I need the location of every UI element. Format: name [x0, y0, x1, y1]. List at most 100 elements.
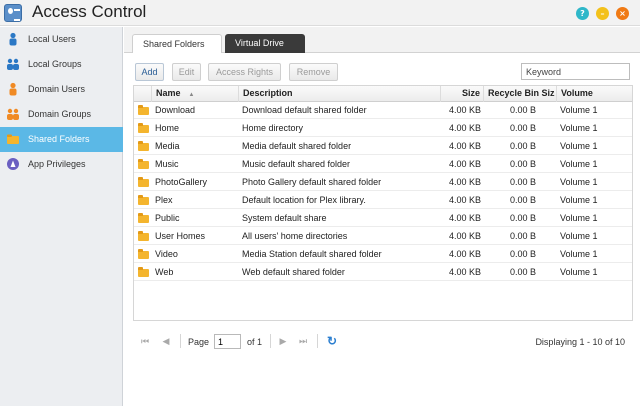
minimize-button[interactable]: – — [596, 7, 609, 20]
tab-virtual-drive[interactable]: Virtual Drive — [225, 34, 305, 53]
cell-name: Video — [155, 249, 178, 259]
folder-icon — [138, 159, 149, 169]
cell-name: Media — [155, 141, 180, 151]
cell-name: Home — [155, 123, 180, 133]
shared-folders-grid: Name ▲ Description Size Recycle Bin Siz V… — [133, 85, 633, 321]
cell-description: System default share — [242, 213, 327, 223]
shared-folder-icon — [7, 134, 19, 144]
toolbar: Add Edit Access Rights Remove — [124, 54, 640, 84]
table-row[interactable]: Home Home directory 4.00 KB 0.00 B Volum… — [134, 120, 632, 137]
sidebar-item-local-users[interactable]: Local Users — [0, 27, 123, 52]
sidebar-item-app-privileges[interactable]: App Privileges — [0, 152, 123, 177]
cell-volume: Volume 1 — [560, 249, 598, 259]
column-header-volume[interactable]: Volume — [557, 86, 632, 102]
table-row[interactable]: Download Download default shared folder … — [134, 102, 632, 119]
folder-icon — [138, 249, 149, 259]
cell-description: Photo Gallery default shared folder — [242, 177, 382, 187]
cell-size: 4.00 KB — [448, 177, 481, 187]
column-header-size[interactable]: Size — [441, 86, 484, 102]
folder-icon — [138, 267, 149, 277]
sidebar-item-label: Domain Groups — [28, 109, 92, 119]
sidebar-item-shared-folders[interactable]: Shared Folders — [0, 127, 123, 152]
edit-button[interactable]: Edit — [172, 63, 201, 81]
cell-name: User Homes — [155, 231, 206, 241]
domain-user-icon — [9, 82, 17, 96]
pager-divider — [180, 334, 181, 348]
pager-divider — [270, 334, 271, 348]
sidebar-item-label: Domain Users — [28, 84, 86, 94]
add-button[interactable]: Add — [135, 63, 164, 81]
help-button[interactable]: ? — [576, 7, 589, 20]
table-row[interactable]: Public System default share 4.00 KB 0.00… — [134, 210, 632, 227]
cell-recycle-bin-size: 0.00 B — [509, 195, 536, 205]
cell-name: Public — [155, 213, 180, 223]
cell-description: Download default shared folder — [242, 105, 367, 115]
cell-name: Web — [155, 267, 174, 277]
tab-shared-folders[interactable]: Shared Folders — [132, 34, 222, 53]
cell-recycle-bin-size: 0.00 B — [509, 141, 536, 151]
cell-volume: Volume 1 — [560, 123, 598, 133]
cell-size: 4.00 KB — [448, 267, 481, 277]
table-row[interactable]: User Homes All users' home directories 4… — [134, 228, 632, 245]
cell-volume: Volume 1 — [560, 213, 598, 223]
cell-volume: Volume 1 — [560, 195, 598, 205]
local-group-icon — [7, 58, 19, 70]
cell-description: Media Station default shared folder — [242, 249, 382, 259]
table-row[interactable]: Video Media Station default shared folde… — [134, 246, 632, 263]
window-title: Access Control — [32, 2, 147, 21]
cell-size: 4.00 KB — [448, 105, 481, 115]
table-row[interactable]: Media Media default shared folder 4.00 K… — [134, 138, 632, 155]
column-header-name[interactable]: Name ▲ — [152, 86, 239, 102]
cell-recycle-bin-size: 0.00 B — [509, 123, 536, 133]
access-rights-button[interactable]: Access Rights — [208, 63, 281, 81]
table-row[interactable]: PhotoGallery Photo Gallery default share… — [134, 174, 632, 191]
access-control-app-icon — [4, 4, 22, 22]
cell-volume: Volume 1 — [560, 267, 598, 277]
cell-description: Music default shared folder — [242, 159, 351, 169]
table-row[interactable]: Web Web default shared folder 4.00 KB 0.… — [134, 264, 632, 281]
folder-icon — [138, 141, 149, 151]
close-button[interactable]: × — [616, 7, 629, 20]
cell-volume: Volume 1 — [560, 231, 598, 241]
column-header-recycle-bin-size[interactable]: Recycle Bin Siz — [484, 86, 557, 102]
column-header-description[interactable]: Description — [239, 86, 441, 102]
page-count-label: of 1 — [247, 337, 263, 347]
sidebar-item-label: Local Groups — [28, 59, 82, 69]
header-icon-column — [134, 86, 152, 102]
sidebar-item-domain-users[interactable]: Domain Users — [0, 77, 123, 102]
cell-name: Plex — [155, 195, 173, 205]
sidebar-item-domain-groups[interactable]: Domain Groups — [0, 102, 123, 127]
sidebar-item-label: Shared Folders — [28, 134, 90, 144]
cell-recycle-bin-size: 0.00 B — [509, 249, 536, 259]
previous-page-icon[interactable]: ◀ — [160, 335, 172, 347]
local-user-icon — [9, 32, 17, 46]
folder-icon — [138, 123, 149, 133]
display-count-text: Displaying 1 - 10 of 10 — [535, 337, 625, 347]
cell-recycle-bin-size: 0.00 B — [509, 231, 536, 241]
folder-icon — [138, 231, 149, 241]
cell-recycle-bin-size: 0.00 B — [509, 213, 536, 223]
folder-icon — [138, 177, 149, 187]
cell-name: PhotoGallery — [155, 177, 208, 187]
tab-bar: Shared Folders Virtual Drive — [124, 27, 640, 53]
table-row[interactable]: Music Music default shared folder 4.00 K… — [134, 156, 632, 173]
next-page-icon[interactable]: ▶ — [277, 335, 289, 347]
cell-recycle-bin-size: 0.00 B — [509, 105, 536, 115]
cell-volume: Volume 1 — [560, 105, 598, 115]
pager-divider — [317, 334, 318, 348]
table-row[interactable]: Plex Default location for Plex library. … — [134, 192, 632, 209]
sidebar-item-label: App Privileges — [28, 159, 86, 169]
cell-size: 4.00 KB — [448, 249, 481, 259]
cell-volume: Volume 1 — [560, 159, 598, 169]
sidebar-item-local-groups[interactable]: Local Groups — [0, 52, 123, 77]
page-number-input[interactable] — [214, 334, 241, 349]
cell-recycle-bin-size: 0.00 B — [509, 159, 536, 169]
remove-button[interactable]: Remove — [289, 63, 338, 81]
cell-description: Web default shared folder — [242, 267, 345, 277]
last-page-icon[interactable]: ⏭ — [297, 335, 309, 347]
cell-name: Download — [155, 105, 196, 115]
keyword-search-input[interactable] — [521, 63, 630, 80]
refresh-icon[interactable]: ↻ — [325, 334, 339, 348]
page-label: Page — [188, 337, 210, 347]
first-page-icon[interactable]: ⏮ — [139, 335, 151, 347]
